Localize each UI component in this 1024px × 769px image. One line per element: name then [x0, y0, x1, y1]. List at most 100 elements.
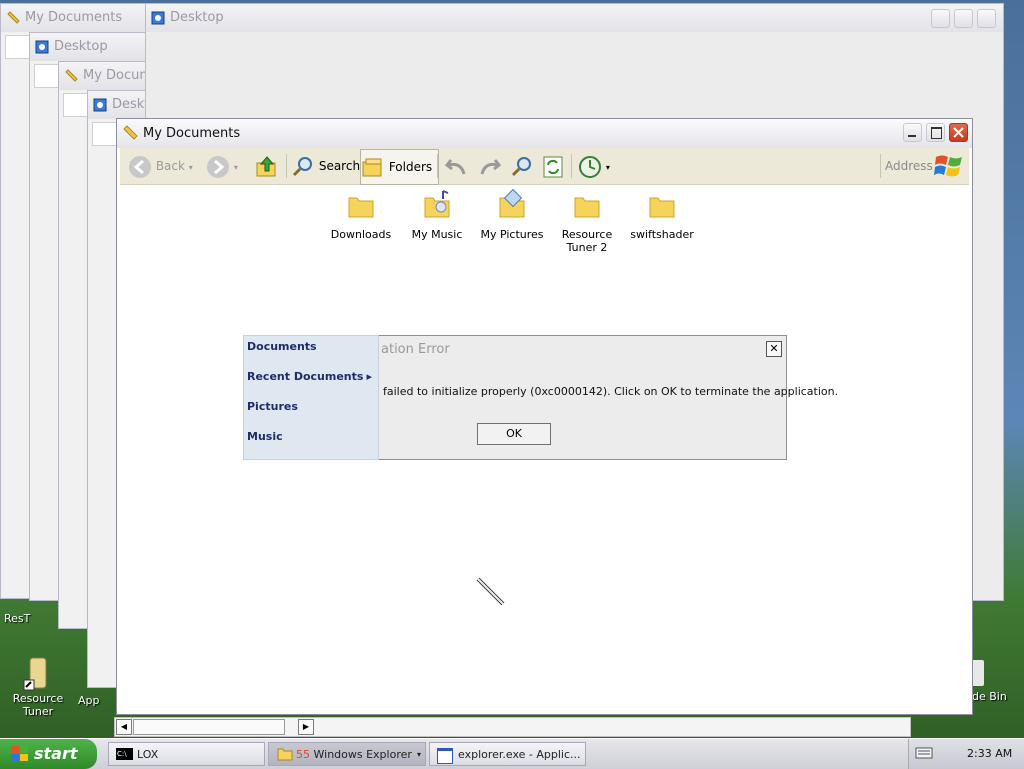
back-arrow-icon: [129, 155, 151, 178]
up-folder-icon: [256, 155, 276, 176]
start-menu-fragment: Documents Recent Documents ▸ Pictures Mu…: [243, 335, 379, 460]
redo-icon[interactable]: [477, 156, 501, 178]
error-message: failed to initialize properly (0xc000014…: [383, 385, 839, 398]
maximize-button[interactable]: [926, 123, 945, 142]
scroll-right-button[interactable]: ▶: [298, 719, 314, 735]
pictures-folder-icon: [499, 188, 525, 218]
horizontal-scrollbar[interactable]: ◀ ▶: [114, 717, 911, 737]
folder-resource-tuner-2[interactable]: Resource Tuner 2: [552, 193, 622, 254]
desktop-icon-resource-tuner[interactable]: Resource Tuner: [3, 656, 73, 718]
menu-item-label: Recent Documents: [247, 370, 364, 383]
desktop-label-rest: ResT: [0, 612, 34, 625]
taskbar-item-label: Windows Explorer: [313, 748, 412, 761]
ok-button[interactable]: OK: [477, 423, 551, 445]
folders-button[interactable]: Folders: [360, 149, 440, 185]
pencil-icon: [65, 69, 78, 82]
find-icon[interactable]: [510, 155, 534, 179]
clock[interactable]: 2:33 AM: [967, 747, 1012, 760]
scroll-left-button[interactable]: ◀: [116, 719, 132, 735]
address-label: Address: [885, 159, 933, 173]
folder-downloads[interactable]: Downloads: [326, 193, 396, 241]
folder-my-music[interactable]: My Music: [402, 189, 472, 241]
desktop-icon-label-line1: Resource: [12, 692, 64, 705]
scroll-thumb[interactable]: [133, 719, 285, 735]
desktop-icon-app[interactable]: App: [78, 694, 108, 707]
taskbar-item-explorer-exe[interactable]: explorer.exe - Applic...: [429, 742, 586, 766]
window-title: My Documents: [143, 126, 241, 141]
taskbar-item-label: explorer.exe - Applic...: [458, 748, 581, 761]
bg-window-pane: [34, 64, 60, 88]
desktop-icon-label-line2: Tuner: [22, 705, 54, 718]
search-icon: [292, 156, 312, 176]
resource-tuner-icon: [22, 656, 54, 691]
folder-label-line2: Tuner 2: [566, 241, 608, 254]
back-button[interactable]: Back ▾: [128, 151, 193, 181]
toolbar-separator: [880, 154, 881, 178]
taskbar: start C:\ LOX 55 Windows Explorer ▾ expl…: [0, 738, 1024, 769]
start-label: start: [34, 744, 78, 763]
views-button[interactable]: ▾: [578, 151, 610, 181]
folder-label: Downloads: [330, 228, 392, 241]
windows-flag-icon: [11, 746, 28, 761]
folder-label-line1: Resource: [561, 228, 613, 241]
folder-label: My Music: [411, 228, 463, 241]
bg-window-title: Deskt: [112, 97, 150, 112]
desktop-icon-label: App: [78, 694, 100, 707]
start-button[interactable]: start: [0, 739, 97, 769]
search-label: Search: [318, 159, 361, 173]
menu-item-pictures[interactable]: Pictures: [247, 400, 298, 413]
desktop-icon: [93, 98, 107, 112]
menu-item-music[interactable]: Music: [247, 430, 283, 443]
music-folder-icon: [424, 190, 450, 218]
app-window-icon: [437, 748, 453, 764]
folder-my-pictures[interactable]: My Pictures: [477, 188, 547, 241]
dialog-close-button[interactable]: ✕: [766, 341, 782, 357]
taskbar-item-windows-explorer[interactable]: 55 Windows Explorer ▾: [268, 742, 426, 766]
forward-button[interactable]: ▾: [206, 151, 238, 181]
up-folder-button[interactable]: [255, 151, 279, 181]
bg-window-title: Desktop: [170, 10, 224, 25]
pencil-icon: [7, 11, 20, 24]
search-button[interactable]: Search: [291, 151, 360, 181]
desktop-icon-label: de Bin: [972, 690, 1007, 703]
minimize-button[interactable]: [903, 123, 922, 142]
close-button[interactable]: [977, 9, 996, 28]
refresh-icon[interactable]: [542, 155, 564, 179]
bg-window-title: Desktop: [54, 39, 108, 54]
close-button[interactable]: [949, 123, 968, 142]
minimize-button[interactable]: [931, 9, 950, 28]
submenu-arrow-icon: ▸: [366, 370, 372, 383]
recycle-bin-icon: [972, 660, 984, 686]
desktop-icon: [151, 11, 165, 25]
folder-icon: [277, 748, 293, 761]
menu-item-documents[interactable]: Documents: [247, 340, 317, 353]
windows-logo-icon: [934, 155, 962, 177]
pencil-icon: [123, 125, 138, 140]
folders-label: Folders: [388, 160, 433, 174]
folder-icon: [348, 197, 374, 218]
forward-arrow-icon: [207, 155, 229, 178]
folder-swiftshader[interactable]: swiftshader: [627, 193, 697, 241]
bg-window-pane: [5, 35, 31, 59]
toolbar: Back ▾ ▾ Search Folders ▾ Address: [120, 148, 969, 185]
toolbar-separator: [571, 154, 572, 178]
folders-icon: [362, 158, 382, 176]
chevron-down-icon: ▾: [188, 163, 193, 172]
keyboard-icon[interactable]: [915, 747, 933, 759]
bg-window-pane: [63, 93, 89, 117]
folder-label: swiftshader: [630, 228, 694, 241]
desktop-icon: [35, 40, 49, 54]
folder-icon: [574, 197, 600, 218]
desktop-icon-recycle-bin[interactable]: de Bin: [972, 660, 1024, 703]
cursor-icon: [476, 577, 505, 606]
folder-icon: [649, 197, 675, 218]
error-dialog[interactable]: ation Error ✕ failed to initialize prope…: [378, 335, 839, 460]
views-icon: [579, 155, 601, 178]
maximize-button[interactable]: [954, 9, 973, 28]
undo-icon[interactable]: [445, 156, 469, 178]
folder-label: My Pictures: [480, 228, 544, 241]
taskbar-item-lox[interactable]: C:\ LOX: [108, 742, 265, 766]
toolbar-separator: [437, 154, 438, 178]
toolbar-separator: [286, 154, 287, 178]
menu-item-recent-documents[interactable]: Recent Documents ▸: [247, 370, 372, 383]
